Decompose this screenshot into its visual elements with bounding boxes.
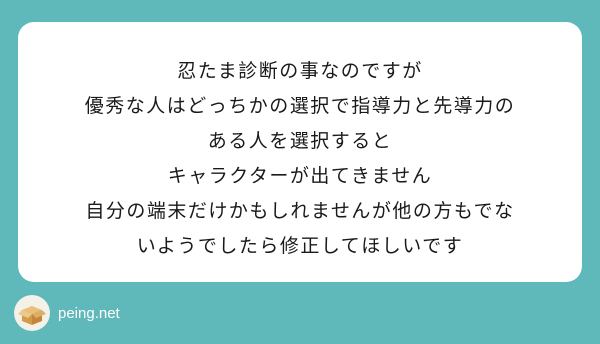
question-line: 忍たま診断の事なのですが (177, 60, 423, 82)
question-line: キャラクターが出てきません (167, 165, 433, 187)
question-text: 忍たま診断の事なのですが 優秀な人はどっちかの選択で指導力と先導力の ある人を選… (18, 54, 582, 264)
question-line: ある人を選択すると (207, 130, 393, 152)
cardboard-box-icon (14, 295, 50, 331)
question-card: 忍たま診断の事なのですが 優秀な人はどっちかの選択で指導力と先導力の ある人を選… (18, 22, 582, 282)
question-line: 優秀な人はどっちかの選択で指導力と先導力の (84, 95, 516, 117)
brand-footer: peing.net (14, 294, 120, 332)
question-line: 自分の端末だけかもしれませんが他の方もでな (85, 200, 515, 222)
question-line: いようでしたら修正してほしいです (136, 235, 464, 257)
brand-name: peing.net (58, 304, 120, 322)
